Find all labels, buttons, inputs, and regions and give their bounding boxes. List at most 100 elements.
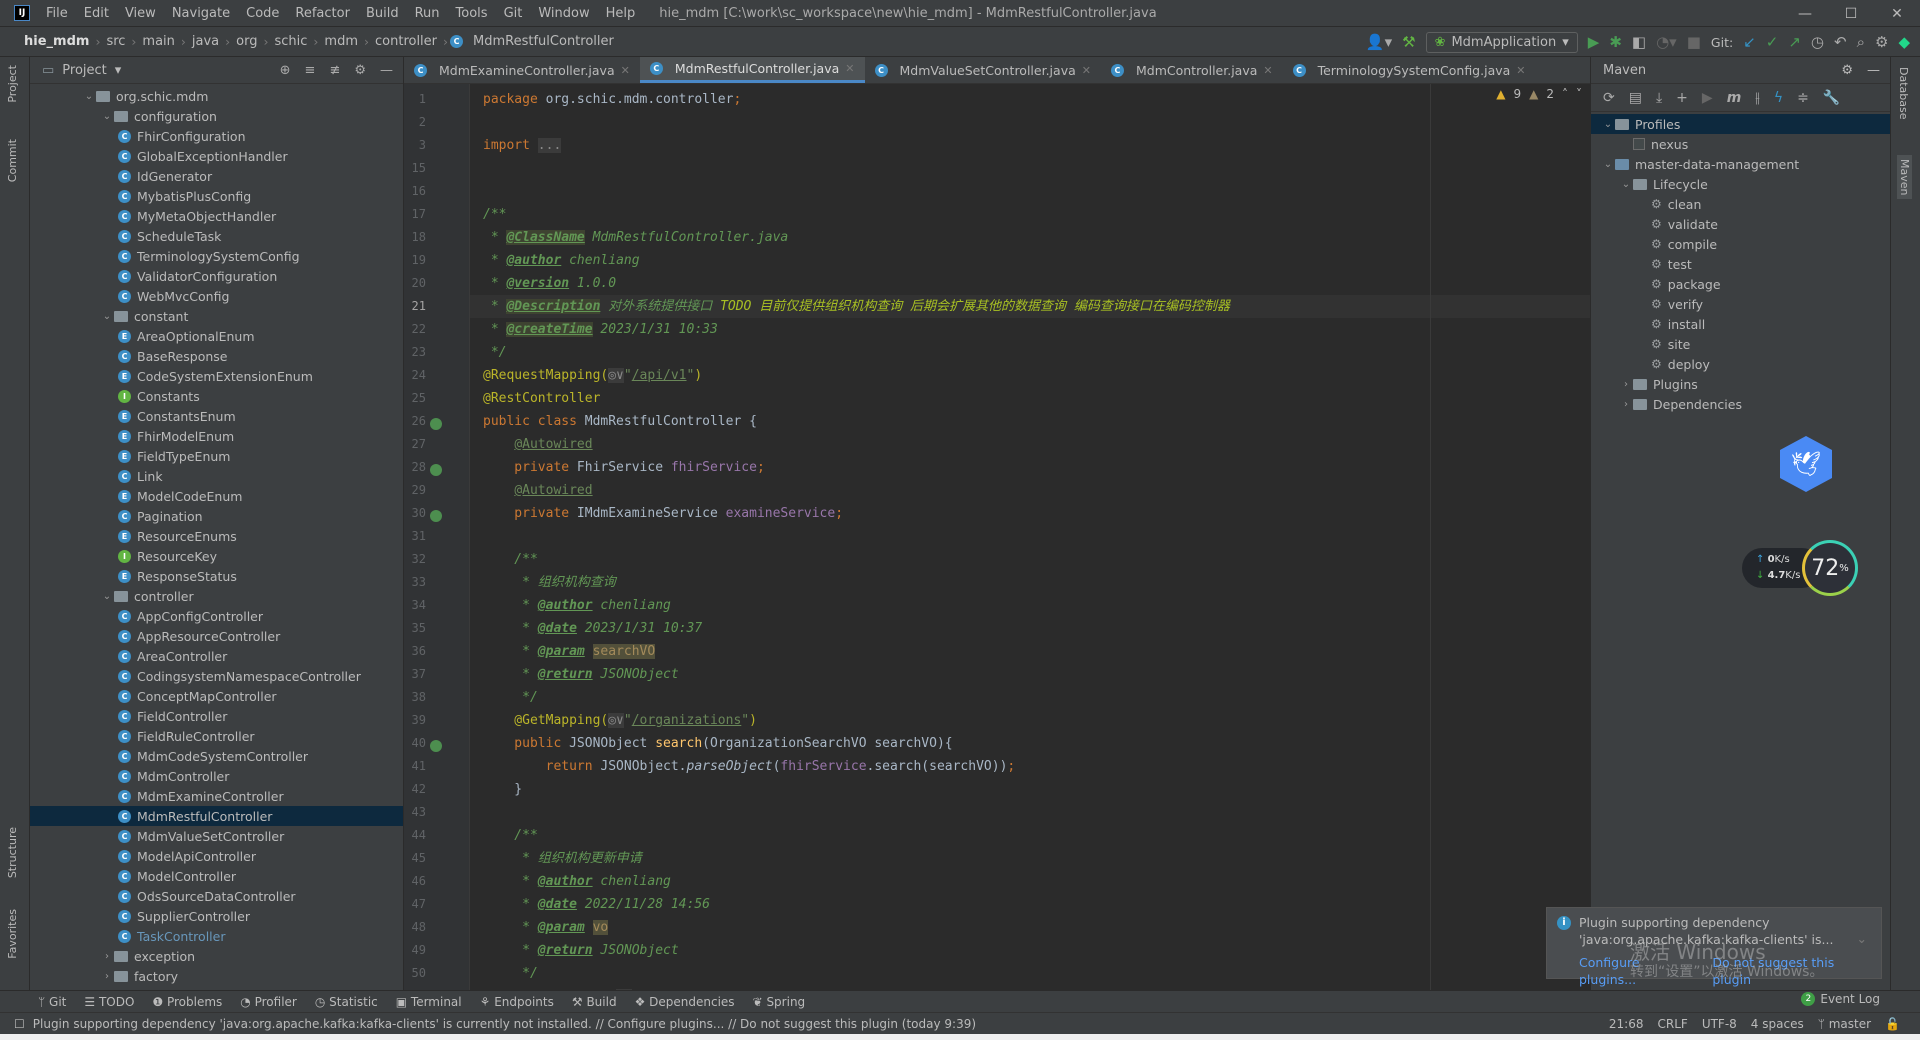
caret-position[interactable]: 21:68 bbox=[1609, 1017, 1644, 1031]
debug-icon[interactable]: ✱ bbox=[1609, 33, 1622, 51]
editor-tab[interactable]: C MdmExamineController.java ✕ bbox=[404, 57, 640, 83]
tree-folder[interactable]: › factory bbox=[30, 966, 403, 986]
menu-help[interactable]: Help bbox=[598, 6, 644, 21]
search-icon[interactable]: ⌕ bbox=[1857, 33, 1865, 51]
tree-file[interactable]: C OdsSourceDataController bbox=[30, 886, 403, 906]
file-encoding[interactable]: UTF-8 bbox=[1702, 1017, 1737, 1031]
history-icon[interactable]: ◷ bbox=[1811, 33, 1824, 51]
tree-file[interactable]: E FieldTypeEnum bbox=[30, 446, 403, 466]
tree-file[interactable]: I Constants bbox=[30, 386, 403, 406]
chevron-down-icon[interactable]: ⌄ bbox=[1601, 159, 1615, 170]
minimize-icon[interactable]: — bbox=[1782, 0, 1828, 27]
maven-tree-item[interactable]: ⚙ site bbox=[1591, 334, 1890, 354]
chevron-down-icon[interactable]: ˅ bbox=[1576, 87, 1582, 101]
tool-tab-favorites[interactable]: Favorites bbox=[6, 909, 19, 959]
spring-bean-gutter-icon[interactable] bbox=[430, 418, 442, 430]
maven-tree-item[interactable]: ⚙ package bbox=[1591, 274, 1890, 294]
tree-file[interactable]: C BaseResponse bbox=[30, 346, 403, 366]
tree-file[interactable]: C FhirConfiguration bbox=[30, 126, 403, 146]
maven-tree-item[interactable]: ⚙ verify bbox=[1591, 294, 1890, 314]
indent-setting[interactable]: 4 spaces bbox=[1751, 1017, 1804, 1031]
close-tab-icon[interactable]: ✕ bbox=[1082, 64, 1091, 77]
tool-tab-commit[interactable]: Commit bbox=[6, 139, 19, 182]
menu-code[interactable]: Code bbox=[238, 6, 287, 21]
breadcrumb-item[interactable]: main bbox=[138, 34, 178, 49]
tool-tab-maven[interactable]: Maven bbox=[1897, 155, 1912, 200]
event-log-button[interactable]: 2 Event Log bbox=[1801, 992, 1880, 1006]
network-speed-widget[interactable]: ↑ 0K/s ↓ 4.7K/s 72% bbox=[1742, 540, 1862, 596]
tree-file[interactable]: C ModelController bbox=[30, 866, 403, 886]
breadcrumb-item[interactable]: src bbox=[102, 34, 129, 49]
tree-file[interactable]: C AppConfigController bbox=[30, 606, 403, 626]
maven-tree-item[interactable]: › Dependencies bbox=[1591, 394, 1890, 414]
expand-chevron-icon[interactable]: ⌄ bbox=[1857, 930, 1867, 947]
git-commit-icon[interactable]: ✓ bbox=[1766, 33, 1779, 51]
editor-tab[interactable]: C MdmController.java ✕ bbox=[1101, 57, 1283, 83]
editor-tab[interactable]: C MdmRestfulController.java ✕ bbox=[639, 57, 865, 83]
tree-file[interactable]: C Link bbox=[30, 466, 403, 486]
chevron-right-icon[interactable]: › bbox=[1619, 399, 1633, 410]
lock-icon[interactable]: 🔓 bbox=[1885, 1017, 1900, 1031]
tree-file[interactable]: C AreaController bbox=[30, 646, 403, 666]
tool-tab-project[interactable]: Project bbox=[6, 65, 19, 103]
execute-goal-icon[interactable]: m bbox=[1727, 90, 1742, 106]
close-tab-icon[interactable]: ✕ bbox=[845, 62, 854, 75]
chevron-right-icon[interactable]: › bbox=[100, 971, 114, 982]
gear-icon[interactable]: ⚙ bbox=[1841, 63, 1853, 78]
breadcrumb-item[interactable]: controller bbox=[371, 34, 441, 49]
chevron-down-icon[interactable]: ⌄ bbox=[100, 311, 114, 322]
menu-edit[interactable]: Edit bbox=[76, 6, 117, 21]
breadcrumb-item[interactable]: MdmRestfulController bbox=[469, 34, 618, 49]
chevron-down-icon[interactable]: ⌄ bbox=[100, 591, 114, 602]
chevron-down-icon[interactable]: ⌄ bbox=[1619, 179, 1633, 190]
editor-tab[interactable]: C MdmValueSetController.java ✕ bbox=[865, 57, 1101, 83]
add-maven-project-icon[interactable]: ▤ bbox=[1629, 90, 1642, 106]
inspection-widget[interactable]: ▲ 9 ▲ 2 ˄ ˅ bbox=[1496, 87, 1582, 101]
tree-file[interactable]: C FieldController bbox=[30, 706, 403, 726]
maximize-icon[interactable]: ☐ bbox=[1828, 0, 1874, 27]
tree-folder[interactable]: ⌄ org.schic.mdm bbox=[30, 86, 403, 106]
maven-tree-item[interactable]: ⚙ install bbox=[1591, 314, 1890, 334]
tool-window-profiler[interactable]: ◔ Profiler bbox=[240, 995, 297, 1009]
maven-tree-item[interactable]: ⚙ validate bbox=[1591, 214, 1890, 234]
tree-file[interactable]: E ModelCodeEnum bbox=[30, 486, 403, 506]
tool-window-terminal[interactable]: ▣ Terminal bbox=[396, 995, 462, 1009]
stop-icon[interactable]: ■ bbox=[1687, 33, 1701, 51]
add-icon[interactable]: + bbox=[1676, 90, 1688, 106]
tree-file[interactable]: E FhirModelEnum bbox=[30, 426, 403, 446]
spring-bean-gutter-icon[interactable] bbox=[430, 740, 442, 752]
tree-file[interactable]: E AreaOptionalEnum bbox=[30, 326, 403, 346]
checkbox[interactable] bbox=[1633, 138, 1645, 150]
tool-window-endpoints[interactable]: ⚘ Endpoints bbox=[480, 995, 554, 1009]
collapse-icon[interactable]: ≑ bbox=[1797, 90, 1809, 106]
chevron-down-icon[interactable]: ⌄ bbox=[82, 91, 96, 102]
tool-window-spring[interactable]: ❦ Spring bbox=[753, 995, 806, 1009]
chevron-right-icon[interactable]: › bbox=[100, 951, 114, 962]
breadcrumb-item[interactable]: hie_mdm bbox=[20, 34, 93, 49]
project-panel-title[interactable]: Project bbox=[62, 63, 106, 78]
tree-file[interactable]: C MdmValueSetController bbox=[30, 826, 403, 846]
chevron-down-icon[interactable]: ⌄ bbox=[100, 111, 114, 122]
maven-tree-item[interactable]: ⌄ master-data-management bbox=[1591, 154, 1890, 174]
gear-icon[interactable]: ⚙ bbox=[354, 63, 366, 78]
tree-file[interactable]: E CodeSystemExtensionEnum bbox=[30, 366, 403, 386]
tree-file[interactable]: C MyMetaObjectHandler bbox=[30, 206, 403, 226]
menu-view[interactable]: View bbox=[117, 6, 164, 21]
tree-folder[interactable]: ⌄ controller bbox=[30, 586, 403, 606]
tool-window-dependencies[interactable]: ❖ Dependencies bbox=[635, 995, 735, 1009]
menu-build[interactable]: Build bbox=[358, 6, 407, 21]
tool-window-problems[interactable]: ❶ Problems bbox=[152, 995, 222, 1009]
spring-bean-gutter-icon[interactable] bbox=[430, 510, 442, 522]
tool-window-todo[interactable]: ☰ TODO bbox=[84, 995, 134, 1009]
tree-file[interactable]: E ResponseStatus bbox=[30, 566, 403, 586]
tree-file[interactable]: C MdmExamineController bbox=[30, 786, 403, 806]
expand-all-icon[interactable]: ≡ bbox=[305, 63, 316, 78]
tree-file[interactable]: C ModelApiController bbox=[30, 846, 403, 866]
tree-file[interactable]: I ResourceKey bbox=[30, 546, 403, 566]
profile-icon[interactable]: ◔▾ bbox=[1656, 33, 1677, 51]
maven-tree-item[interactable]: › Plugins bbox=[1591, 374, 1890, 394]
close-icon[interactable]: ✕ bbox=[1874, 0, 1920, 27]
menu-window[interactable]: Window bbox=[530, 6, 597, 21]
tool-tab-structure[interactable]: Structure bbox=[6, 827, 19, 878]
menu-navigate[interactable]: Navigate bbox=[164, 6, 238, 21]
